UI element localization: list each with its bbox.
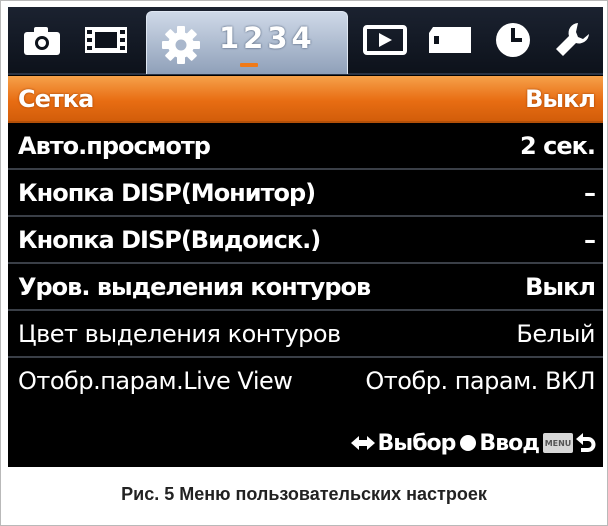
select-hint-label: Выбор xyxy=(377,430,457,456)
tab-camera[interactable] xyxy=(16,15,68,65)
memory-card-icon xyxy=(429,27,471,53)
figure-frame: 1234 Сетка Выкл Авто.просмотр 2 сек. Кно… xyxy=(0,0,608,526)
menu-item-auto-review[interactable]: Авто.просмотр 2 сек. xyxy=(8,123,603,170)
tab-setup[interactable]: 1234 xyxy=(146,11,348,74)
menu-item-disp-monitor[interactable]: Кнопка DISP(Монитор) – xyxy=(8,170,603,217)
menu-item-label: Цвет выделения контуров xyxy=(18,319,341,348)
figure-caption: Рис. 5 Меню пользовательских настроек xyxy=(121,484,487,504)
menu-item-peaking-level[interactable]: Уров. выделения контуров Выкл xyxy=(8,264,603,311)
camera-icon xyxy=(24,27,60,55)
enter-hint-label: Ввод xyxy=(479,430,540,456)
menu-item-value: – xyxy=(584,178,596,207)
menu-tab-bar: 1234 xyxy=(8,7,603,75)
menu-item-label: Кнопка DISP(Монитор) xyxy=(18,178,316,207)
menu-key-icon: MENU xyxy=(543,433,573,453)
menu-item-peaking-color[interactable]: Цвет выделения контуров Белый xyxy=(8,311,603,358)
menu-item-live-view-display[interactable]: Отобр.парам.Live View Отобр. парам. ВКЛ xyxy=(8,358,603,403)
center-button-icon xyxy=(460,435,477,451)
menu-item-grid[interactable]: Сетка Выкл xyxy=(8,76,603,123)
menu-item-value: Выкл xyxy=(525,272,596,301)
tab-playback[interactable] xyxy=(358,15,412,65)
menu-item-label: Авто.просмотр xyxy=(18,131,211,160)
setup-gear-icon xyxy=(162,26,200,64)
menu-item-label: Уров. выделения контуров xyxy=(18,272,371,301)
menu-item-value: Выкл xyxy=(525,84,596,113)
menu-item-value: – xyxy=(584,225,596,254)
enter-hint: Ввод xyxy=(459,430,540,456)
select-hint: Выбор xyxy=(350,431,456,456)
tab-memory-card[interactable] xyxy=(420,15,480,65)
menu-item-label: Кнопка DISP(Видоиск.) xyxy=(18,225,321,254)
active-page-indicator xyxy=(240,63,258,67)
back-hint: MENU xyxy=(543,433,599,453)
clock-icon xyxy=(496,23,530,57)
playback-icon xyxy=(363,25,407,55)
tab-wrench[interactable] xyxy=(546,15,598,65)
return-arrow-icon xyxy=(576,433,596,452)
tab-clock[interactable] xyxy=(488,15,538,65)
menu-item-disp-viewfinder[interactable]: Кнопка DISP(Видоиск.) – xyxy=(8,217,603,264)
settings-menu-list: Сетка Выкл Авто.просмотр 2 сек. Кнопка D… xyxy=(8,76,603,403)
control-hints-bar: Выбор Ввод MENU xyxy=(8,421,603,465)
menu-item-label: Отобр.парам.Live View xyxy=(18,366,293,395)
menu-item-value: 2 сек. xyxy=(520,131,596,160)
menu-item-label: Сетка xyxy=(18,84,94,113)
left-right-arrows-icon xyxy=(350,436,375,450)
wrench-icon xyxy=(556,23,589,56)
setup-page-numbers[interactable]: 1234 xyxy=(219,21,316,55)
menu-item-value: Белый xyxy=(516,319,595,348)
menu-item-value: Отобр. парам. ВКЛ xyxy=(365,366,595,395)
movie-icon xyxy=(85,27,127,53)
tab-movie[interactable] xyxy=(76,15,136,65)
camera-screen: 1234 Сетка Выкл Авто.просмотр 2 сек. Кно… xyxy=(8,7,603,467)
